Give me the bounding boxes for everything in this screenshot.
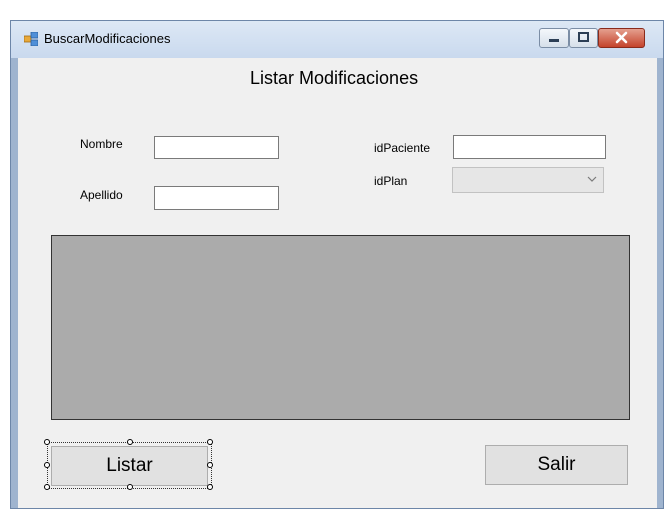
apellido-label: Apellido bbox=[80, 188, 123, 202]
maximize-button[interactable] bbox=[569, 28, 598, 48]
apellido-input[interactable] bbox=[154, 186, 279, 210]
minimize-icon bbox=[549, 39, 559, 42]
idpaciente-input[interactable] bbox=[453, 135, 606, 159]
close-button[interactable] bbox=[598, 28, 645, 48]
idplan-label: idPlan bbox=[374, 174, 408, 188]
title-bar[interactable]: BuscarModificaciones bbox=[11, 21, 663, 58]
window-title: BuscarModificaciones bbox=[44, 31, 171, 46]
nombre-input[interactable] bbox=[154, 136, 279, 159]
listar-button[interactable]: Listar bbox=[51, 446, 208, 486]
idplan-combobox[interactable] bbox=[452, 167, 604, 193]
idpaciente-label: idPaciente bbox=[374, 141, 431, 155]
chevron-down-icon[interactable] bbox=[587, 176, 597, 182]
nombre-label: Nombre bbox=[80, 137, 123, 151]
form-window-icon bbox=[24, 32, 38, 46]
close-icon bbox=[615, 31, 628, 44]
form-heading: Listar Modificaciones bbox=[250, 68, 419, 88]
results-data-grid[interactable] bbox=[51, 235, 630, 420]
maximize-icon bbox=[578, 32, 589, 42]
salir-button[interactable]: Salir bbox=[485, 445, 628, 485]
minimize-button[interactable] bbox=[539, 28, 569, 48]
